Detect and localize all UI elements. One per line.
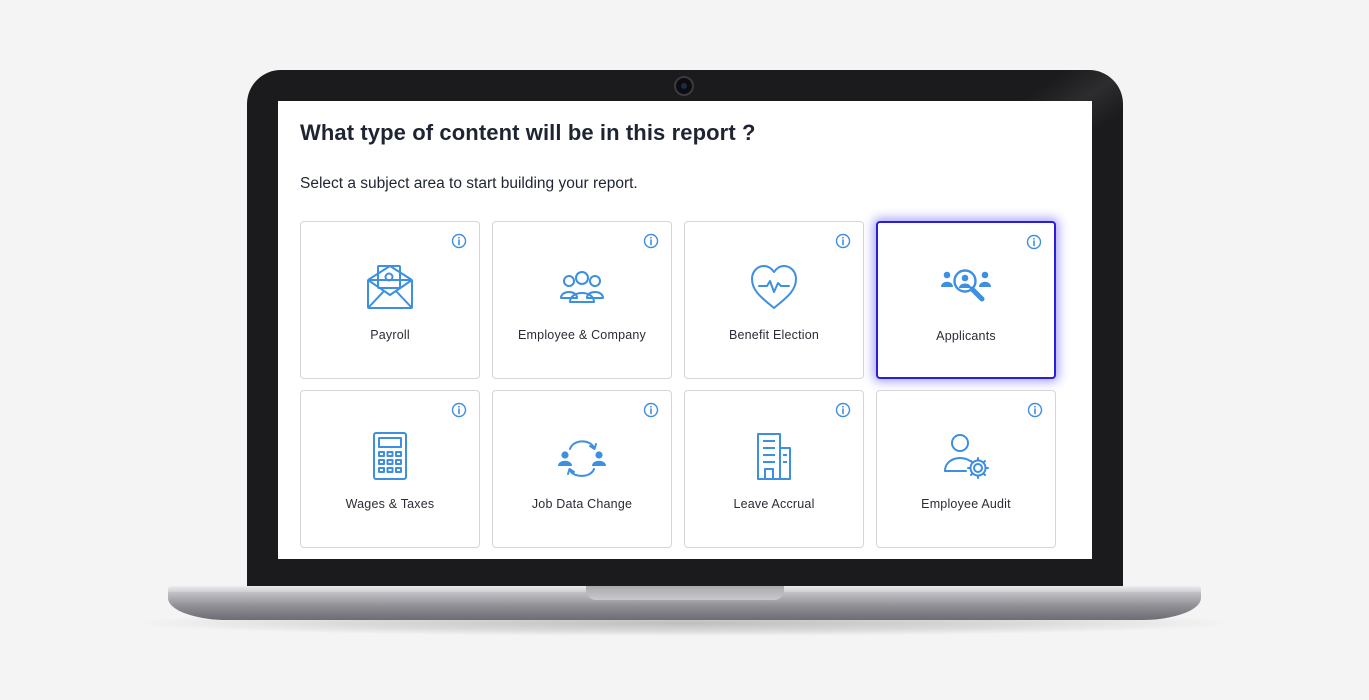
office-building-icon xyxy=(757,433,791,480)
user-gear-icon xyxy=(944,434,989,479)
tile-job-data-change[interactable]: Job Data Change xyxy=(492,390,672,548)
laptop-screen: What type of content will be in this rep… xyxy=(278,101,1092,559)
tile-employee-audit[interactable]: Employee Audit xyxy=(876,390,1056,548)
tile-benefit-election[interactable]: Benefit Election xyxy=(684,221,864,379)
tile-label: Employee Audit xyxy=(921,497,1011,511)
tile-leave-accrual[interactable]: Leave Accrual xyxy=(684,390,864,548)
tile-label: Applicants xyxy=(936,329,996,343)
page-subtitle: Select a subject area to start building … xyxy=(300,175,638,192)
people-exchange-icon xyxy=(558,440,606,477)
tile-payroll[interactable]: Payroll xyxy=(300,221,480,379)
tile-label: Employee & Company xyxy=(518,328,646,342)
info-icon[interactable] xyxy=(1026,234,1042,250)
tile-wages-taxes[interactable]: Wages & Taxes xyxy=(300,390,480,548)
people-group-icon xyxy=(560,271,604,303)
envelope-payslip-icon xyxy=(367,265,413,309)
calculator-icon xyxy=(373,432,407,480)
info-icon[interactable] xyxy=(451,233,467,249)
info-icon[interactable] xyxy=(835,233,851,249)
laptop-lid: What type of content will be in this rep… xyxy=(247,70,1123,592)
tile-label: Benefit Election xyxy=(728,328,820,342)
info-icon[interactable] xyxy=(1027,402,1043,418)
subject-area-grid: Payroll Employee & Company Benefit Elect… xyxy=(300,221,1056,549)
tile-label: Job Data Change xyxy=(531,497,633,511)
heart-pulse-icon xyxy=(751,265,797,309)
laptop-notch xyxy=(586,586,784,600)
info-icon[interactable] xyxy=(451,402,467,418)
tile-label: Wages & Taxes xyxy=(345,497,435,511)
applicant-search-icon xyxy=(941,269,991,302)
tile-label: Payroll xyxy=(370,328,410,342)
tile-employee-company[interactable]: Employee & Company xyxy=(492,221,672,379)
page-title: What type of content will be in this rep… xyxy=(300,120,756,145)
tile-applicants[interactable]: Applicants xyxy=(876,221,1056,379)
tile-label: Leave Accrual xyxy=(733,497,815,511)
info-icon[interactable] xyxy=(835,402,851,418)
info-icon[interactable] xyxy=(643,402,659,418)
laptop-base xyxy=(168,586,1201,620)
info-icon[interactable] xyxy=(643,233,659,249)
webcam xyxy=(674,76,694,96)
